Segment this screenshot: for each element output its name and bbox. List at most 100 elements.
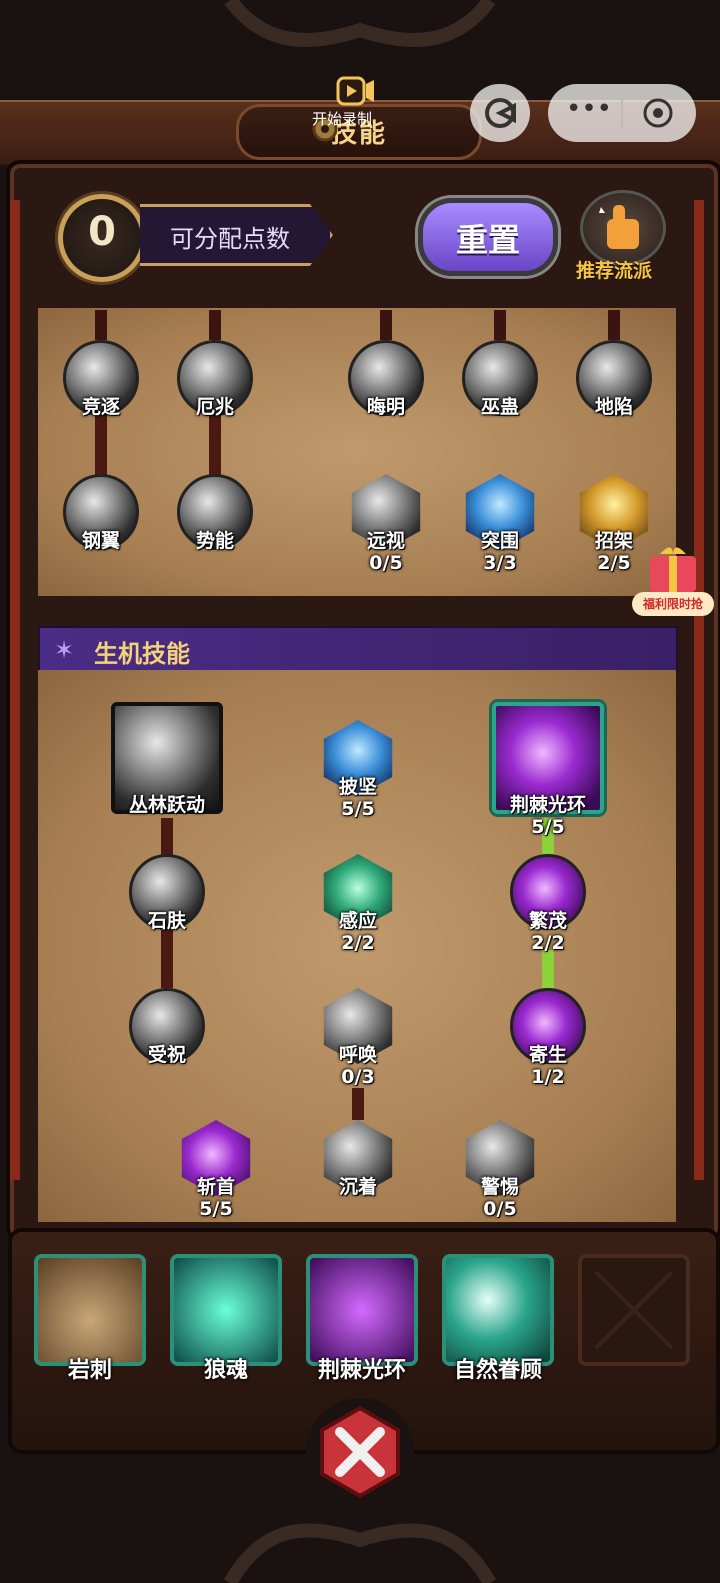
skill-name: 厄兆 bbox=[195, 396, 234, 418]
tree-connector bbox=[161, 930, 173, 988]
tree-connector bbox=[209, 410, 221, 480]
equipped-slot-label: 自然眷顾 bbox=[453, 1358, 542, 1383]
skill-node-dixian[interactable]: 地陷 bbox=[576, 340, 652, 418]
skill-name: 受祝 bbox=[147, 1044, 186, 1066]
skill-name: 远视 bbox=[366, 530, 405, 552]
section-title: 生机技能 bbox=[94, 640, 190, 668]
close-button[interactable] bbox=[306, 1398, 414, 1506]
skill-name: 势能 bbox=[195, 530, 234, 552]
points-label: 可分配点数 bbox=[170, 225, 290, 253]
points-value: 0 bbox=[88, 209, 116, 255]
skill-node-jisheng[interactable]: 寄生 1/2 bbox=[510, 988, 586, 1088]
skill-node-wugu[interactable]: 巫蛊 bbox=[462, 340, 538, 418]
start-recording-label[interactable]: 开始录制 bbox=[312, 108, 372, 129]
equipped-slot-label: 荆棘光环 bbox=[317, 1358, 406, 1383]
mini-program-capsule: ••• bbox=[548, 84, 696, 142]
skill-name: 晦明 bbox=[366, 396, 405, 418]
tree-connector-active bbox=[542, 950, 554, 990]
tree-connector bbox=[95, 310, 107, 340]
reset-button[interactable]: 重置 bbox=[418, 198, 558, 276]
skill-name: 感应 bbox=[338, 910, 377, 932]
skill-name: 荆棘光环 bbox=[509, 794, 586, 816]
game-icon bbox=[485, 98, 516, 128]
equipped-slot-2[interactable] bbox=[170, 1254, 282, 1366]
video-record-icon[interactable] bbox=[336, 74, 376, 108]
skill-node-pijian[interactable]: 披坚 5/5 bbox=[320, 720, 396, 820]
gift-box-icon bbox=[650, 547, 696, 592]
skill-node-gangyi[interactable]: 钢翼 bbox=[63, 474, 139, 552]
skill-node-shouzhu[interactable]: 受祝 bbox=[129, 988, 205, 1066]
skill-level: 5/5 bbox=[341, 798, 375, 820]
tree-connector bbox=[95, 410, 107, 480]
points-row: 0 可分配点数 重置 推荐流派 bbox=[30, 180, 690, 298]
skill-level: 2/2 bbox=[341, 932, 375, 954]
reset-label: 重置 bbox=[455, 221, 520, 259]
section-header: ✶ 生机技能 bbox=[38, 626, 678, 672]
close-target-icon[interactable] bbox=[642, 97, 674, 129]
tree-connector bbox=[380, 310, 392, 340]
skill-name: 钢翼 bbox=[81, 530, 120, 552]
tree-connector bbox=[608, 310, 620, 340]
capsule-divider bbox=[621, 98, 623, 128]
skill-level: 5/5 bbox=[531, 816, 565, 838]
thumbs-up-icon[interactable] bbox=[580, 190, 666, 266]
left-rail bbox=[10, 200, 20, 1180]
skill-node-ganying[interactable]: 感应 2/2 bbox=[320, 854, 396, 954]
equipped-slot-label: 岩刺 bbox=[67, 1358, 112, 1383]
equipped-slot-4[interactable] bbox=[442, 1254, 554, 1366]
promo-label: 福利限时抢 bbox=[632, 592, 714, 616]
skill-node-yuanshi[interactable]: 远视 0/5 bbox=[348, 474, 424, 574]
points-banner: 可分配点数 bbox=[140, 204, 333, 266]
skill-node-tuwei[interactable]: 突围 3/3 bbox=[462, 474, 538, 574]
skill-node-shineng[interactable]: 势能 bbox=[177, 474, 253, 552]
skill-name: 警惕 bbox=[480, 1176, 519, 1198]
skill-level: 3/3 bbox=[483, 552, 517, 574]
skill-level: 1/2 bbox=[531, 1066, 565, 1088]
skill-node-zhanshou[interactable]: 斩首 5/5 bbox=[178, 1120, 254, 1220]
skill-node-chenzhuo[interactable]: 沉着 bbox=[320, 1120, 396, 1198]
skill-node-zhaojia[interactable]: 招架 2/5 bbox=[576, 474, 652, 574]
skill-node-jingzhu[interactable]: 竞逐 bbox=[63, 340, 139, 418]
skill-node-jingji[interactable]: 荆棘光环 5/5 bbox=[492, 702, 604, 838]
skill-node-jingti[interactable]: 警惕 0/5 bbox=[462, 1120, 538, 1220]
skill-name: 石肤 bbox=[147, 910, 186, 932]
skill-name: 呼唤 bbox=[338, 1044, 377, 1066]
equipped-slot-3[interactable] bbox=[306, 1254, 418, 1366]
skill-name: 地陷 bbox=[594, 396, 633, 418]
skill-name: 披坚 bbox=[338, 776, 377, 798]
skill-name: 繁茂 bbox=[528, 910, 567, 932]
close-x-icon bbox=[320, 1405, 400, 1499]
empty-slot-x-icon bbox=[594, 1270, 674, 1350]
skill-name: 寄生 bbox=[528, 1044, 567, 1066]
skill-node-ezhao[interactable]: 厄兆 bbox=[177, 340, 253, 418]
promo-gift[interactable]: 福利限时抢 bbox=[632, 540, 714, 620]
skill-level: 0/3 bbox=[341, 1066, 375, 1088]
mini-game-icon-button[interactable] bbox=[470, 84, 530, 142]
skill-node-fanmao[interactable]: 繁茂 2/2 bbox=[510, 854, 586, 954]
skill-level: 5/5 bbox=[199, 1198, 233, 1220]
right-rail bbox=[694, 200, 704, 1180]
skill-node-shifu[interactable]: 石肤 bbox=[129, 854, 205, 932]
skill-node-huiming[interactable]: 晦明 bbox=[348, 340, 424, 418]
tree-connector bbox=[352, 1088, 364, 1120]
skill-name: 巫蛊 bbox=[480, 396, 519, 418]
tree-connector bbox=[494, 310, 506, 340]
tree-connector bbox=[161, 818, 173, 858]
points-badge: 0 bbox=[58, 194, 146, 282]
star-icon: ✶ bbox=[54, 636, 75, 664]
skill-name: 竞逐 bbox=[81, 396, 120, 418]
equipped-slot-1[interactable] bbox=[34, 1254, 146, 1366]
tree-connector bbox=[209, 310, 221, 340]
recommend-build-label[interactable]: 推荐流派 bbox=[576, 256, 652, 283]
equipped-slot-empty[interactable] bbox=[578, 1254, 690, 1366]
skill-name: 突围 bbox=[480, 530, 519, 552]
skill-level: 0/5 bbox=[369, 552, 403, 574]
skill-node-conglin[interactable]: 丛林跃动 bbox=[111, 702, 223, 816]
equipped-slot-label: 狼魂 bbox=[203, 1358, 248, 1383]
skill-name: 斩首 bbox=[196, 1176, 235, 1198]
skill-level: 2/2 bbox=[531, 932, 565, 954]
skill-node-huhuan[interactable]: 呼唤 0/3 bbox=[320, 988, 396, 1088]
skill-level: 0/5 bbox=[483, 1198, 517, 1220]
skill-name: 丛林跃动 bbox=[128, 794, 205, 816]
more-options-icon[interactable]: ••• bbox=[566, 94, 612, 124]
